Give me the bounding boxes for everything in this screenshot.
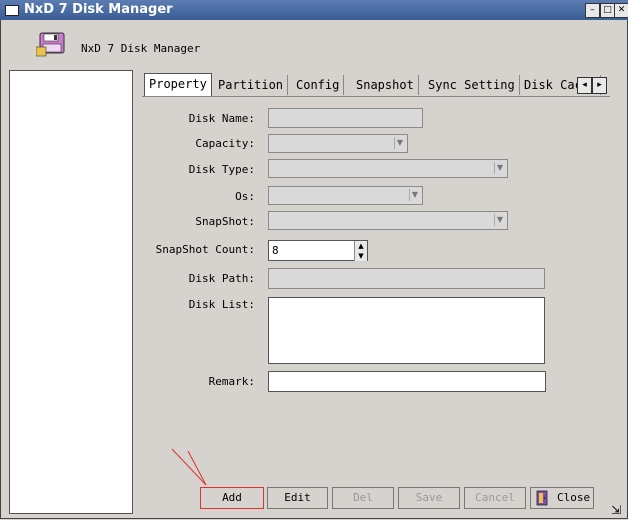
- disk-path-label: Disk Path:: [188, 272, 255, 285]
- disk-manager-icon: [36, 32, 65, 57]
- chevron-down-icon: ▼: [394, 137, 405, 149]
- disk-type-label: Disk Type:: [188, 163, 255, 176]
- minimize-button[interactable]: –: [585, 3, 600, 18]
- cancel-button[interactable]: Cancel: [464, 487, 526, 509]
- add-button[interactable]: Add: [200, 487, 264, 509]
- chevron-down-icon: ▼: [409, 189, 420, 201]
- disk-path-field[interactable]: [268, 268, 545, 289]
- chevron-down-icon: ▼: [494, 162, 505, 174]
- os-dropdown[interactable]: ▼: [268, 186, 423, 205]
- remark-field[interactable]: [268, 371, 546, 392]
- capacity-dropdown[interactable]: ▼: [268, 134, 408, 153]
- disk-tree-panel[interactable]: [9, 70, 133, 514]
- spin-arrows-icon[interactable]: ▲ ▼: [354, 241, 367, 261]
- snapshot-dropdown[interactable]: ▼: [268, 211, 508, 230]
- save-button[interactable]: Save: [398, 487, 460, 509]
- disk-name-field[interactable]: [268, 108, 423, 128]
- door-exit-icon: [536, 490, 548, 506]
- snapshot-count-label: SnapShot Count:: [155, 243, 255, 256]
- disk-type-dropdown[interactable]: ▼: [268, 159, 508, 178]
- tab-scroll-left-icon[interactable]: ◂: [577, 77, 592, 94]
- chevron-down-icon: ▼: [494, 214, 505, 226]
- remark-label: Remark:: [208, 375, 255, 388]
- app-title: NxD 7 Disk Manager: [81, 42, 201, 55]
- close-button[interactable]: Close: [530, 487, 594, 509]
- disk-name-label: Disk Name:: [188, 112, 255, 125]
- edit-button[interactable]: Edit: [267, 487, 328, 509]
- tab-sync-setting[interactable]: Sync Setting: [424, 75, 520, 95]
- snapshot-count-spinner[interactable]: 8 ▲ ▼: [268, 240, 368, 261]
- tab-strip: Property Partition Config Snapshot Sync …: [142, 73, 610, 97]
- window-icon: [5, 5, 19, 16]
- window-title: NxD 7 Disk Manager: [24, 2, 173, 17]
- title-bar: NxD 7 Disk Manager – □ ✕: [0, 0, 628, 20]
- annotation-arrow-icon: [171, 448, 207, 486]
- tab-partition[interactable]: Partition: [214, 75, 289, 95]
- tab-snapshot[interactable]: Snapshot: [352, 75, 419, 95]
- close-window-button[interactable]: ✕: [614, 3, 628, 18]
- close-button-label: Close: [557, 491, 591, 504]
- tab-underline: [142, 96, 610, 97]
- os-label: Os:: [235, 190, 255, 203]
- capacity-label: Capacity:: [195, 137, 255, 150]
- tab-config[interactable]: Config: [292, 75, 345, 95]
- snapshot-label: SnapShot:: [195, 215, 255, 228]
- snapshot-count-value: 8: [272, 244, 279, 257]
- delete-button[interactable]: Del: [332, 487, 394, 509]
- disk-list-box[interactable]: [268, 297, 545, 364]
- tab-property[interactable]: Property: [144, 73, 212, 96]
- resize-grip-icon[interactable]: ⇲: [611, 503, 625, 517]
- tab-scroll-right-icon[interactable]: ▸: [592, 77, 607, 94]
- maximize-button[interactable]: □: [600, 3, 615, 18]
- disk-list-label: Disk List:: [188, 298, 255, 311]
